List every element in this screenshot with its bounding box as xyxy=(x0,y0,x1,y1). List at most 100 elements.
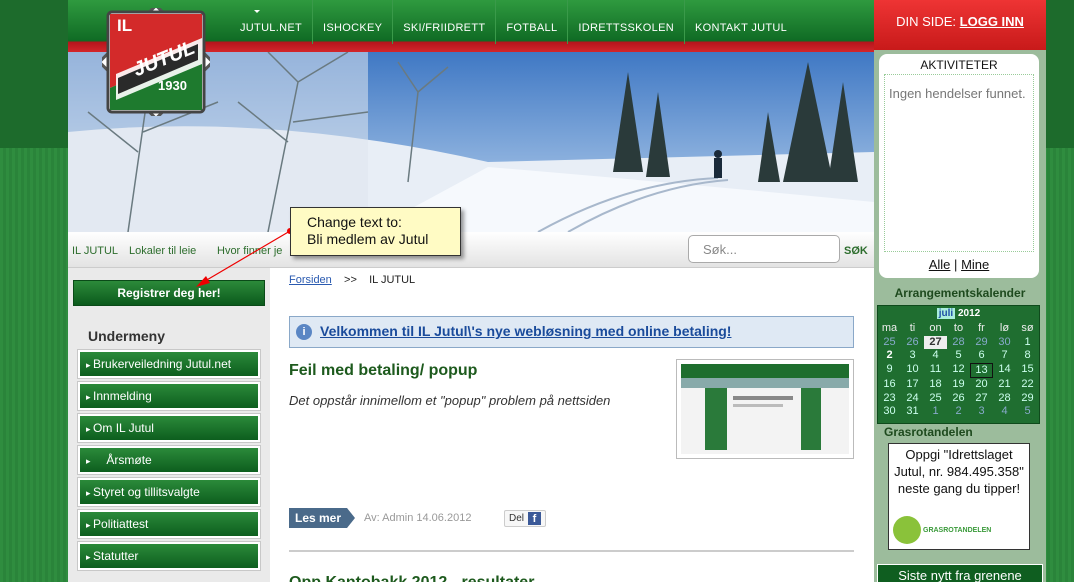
calendar-day[interactable]: 14 xyxy=(993,363,1016,379)
calendar-day[interactable]: 29 xyxy=(970,336,993,350)
menu-item-brukerveiledning[interactable]: Brukerveiledning Jutul.net xyxy=(77,349,261,379)
calendar-month[interactable]: juli xyxy=(936,308,956,319)
login-link[interactable]: LOGG INN xyxy=(960,14,1024,29)
calendar-year[interactable]: 2012 xyxy=(958,308,980,319)
calendar-day[interactable]: 19 xyxy=(947,378,970,392)
club-logo[interactable]: IL JUTUL 1930 xyxy=(97,3,215,121)
calendar-day[interactable]: 23 xyxy=(878,392,901,406)
grasrot-logo-text: GRASROTANDELEN xyxy=(923,527,992,534)
calendar-day[interactable]: 21 xyxy=(993,378,1016,392)
article-title[interactable]: Feil med betaling/ popup xyxy=(289,362,477,380)
calendar-day[interactable]: 15 xyxy=(1016,363,1039,379)
calendar-day[interactable]: 4 xyxy=(993,405,1016,419)
facebook-icon: f xyxy=(528,511,542,525)
calendar-day[interactable]: 9 xyxy=(878,363,901,379)
calendar-day[interactable]: 5 xyxy=(947,349,970,363)
leaf-icon xyxy=(893,516,921,544)
calendar-day[interactable]: 2 xyxy=(878,349,901,363)
calendar-day[interactable]: 3 xyxy=(901,349,924,363)
activities-mine-link[interactable]: Mine xyxy=(961,257,989,272)
calendar-day[interactable]: 28 xyxy=(947,336,970,350)
calendar-day[interactable]: 16 xyxy=(878,378,901,392)
article-thumbnail[interactable] xyxy=(676,359,854,459)
share-button[interactable]: Del f xyxy=(504,510,547,527)
menu-item-politiattest[interactable]: Politiattest xyxy=(77,509,261,539)
search-button[interactable]: SØK xyxy=(844,245,868,257)
nav-fotball[interactable]: FOTBALL xyxy=(495,0,567,44)
main-content: Forsiden >> IL JUTUL i Velkommen til IL … xyxy=(278,268,858,582)
activities-empty: Ingen hendelser funnet. xyxy=(884,74,1034,252)
login-bar: DIN SIDE: LOGG INN xyxy=(874,0,1046,50)
calendar-day[interactable]: 3 xyxy=(970,405,993,419)
logo-il: IL xyxy=(117,16,133,35)
calendar-weekday: ma xyxy=(881,322,898,334)
welcome-link[interactable]: i Velkommen til IL Jutul\'s nye webløsni… xyxy=(289,316,854,348)
register-button[interactable]: Registrer deg her! xyxy=(73,280,265,306)
calendar-weekday: lø xyxy=(999,322,1010,334)
calendar-weekday: ti xyxy=(909,322,916,334)
calendar-day[interactable]: 1 xyxy=(924,405,947,419)
calendar-day[interactable]: 20 xyxy=(970,378,993,392)
calendar-weekday: to xyxy=(953,322,964,334)
calendar-day[interactable]: 27 xyxy=(924,335,947,349)
sub-navigation: IL JUTUL Lokaler til leie Hvor finner je… xyxy=(68,232,874,268)
calendar-day[interactable]: 6 xyxy=(970,349,993,363)
calendar-day[interactable]: 11 xyxy=(924,363,947,379)
calendar-day[interactable]: 10 xyxy=(901,363,924,379)
calendar-day[interactable]: 25 xyxy=(878,336,901,350)
calendar-day[interactable]: 24 xyxy=(901,392,924,406)
nav-idrettsskolen[interactable]: IDRETTSSKOLEN xyxy=(567,0,684,44)
grasrot-box[interactable]: Oppgi "Idrettslaget Jutul, nr. 984.495.3… xyxy=(888,443,1030,550)
callout-line1: Change text to: xyxy=(307,214,402,230)
calendar-day[interactable]: 31 xyxy=(901,405,924,419)
nav-ski-friidrett[interactable]: SKI/FRIIDRETT xyxy=(392,0,495,44)
calendar-day[interactable]: 25 xyxy=(924,392,947,406)
calendar-day[interactable]: 18 xyxy=(924,378,947,392)
annotation-callout: Change text to: Bli medlem av Jutul xyxy=(290,207,461,256)
menu-item-om-il-jutul[interactable]: Om IL Jutul xyxy=(77,413,261,443)
menu-item-arsmote[interactable]: Årsmøte xyxy=(77,445,261,475)
breadcrumb-current: IL JUTUL xyxy=(369,274,416,286)
search-input[interactable]: Søk... xyxy=(688,235,840,263)
calendar-grid: ma ti on to fr lø sø 25 26 27 28 29 30 1 2 3 4 5 6 7 8 9 10 11 1… xyxy=(878,322,1039,419)
divider xyxy=(289,550,854,552)
next-article-title[interactable]: Opp Kantobakk 2012 - resultater xyxy=(289,574,534,582)
article-meta: Av: Admin 14.06.2012 xyxy=(364,512,472,524)
calendar-day[interactable]: 30 xyxy=(878,405,901,419)
menu-item-innmelding[interactable]: Innmelding xyxy=(77,381,261,411)
calendar-day[interactable]: 8 xyxy=(1016,349,1039,363)
calendar-day[interactable]: 30 xyxy=(993,336,1016,350)
calendar-day[interactable]: 17 xyxy=(901,378,924,392)
page: JUTUL.NET ISHOCKEY SKI/FRIIDRETT FOTBALL… xyxy=(68,0,1046,582)
calendar-day[interactable]: 26 xyxy=(947,392,970,406)
calendar-day[interactable]: 27 xyxy=(970,392,993,406)
menu-item-statutter[interactable]: Statutter xyxy=(77,541,261,571)
menu-item-styret[interactable]: Styret og tillitsvalgte xyxy=(77,477,261,507)
nav-kontakt-jutul[interactable]: KONTAKT JUTUL xyxy=(683,0,797,44)
calendar-day[interactable]: 4 xyxy=(924,349,947,363)
activities-all-link[interactable]: Alle xyxy=(929,257,951,272)
calendar-day[interactable]: 12 xyxy=(947,363,970,379)
calendar-day[interactable]: 7 xyxy=(993,349,1016,363)
latest-news-header[interactable]: Siste nytt fra grenene xyxy=(877,564,1043,582)
calendar-day[interactable]: 22 xyxy=(1016,378,1039,392)
subnav-il-jutul[interactable]: IL JUTUL xyxy=(72,245,118,257)
calendar-day[interactable]: 26 xyxy=(901,336,924,350)
breadcrumb-home[interactable]: Forsiden xyxy=(289,274,332,286)
read-more-button[interactable]: Les mer xyxy=(289,508,356,528)
nav-ishockey[interactable]: ISHOCKEY xyxy=(311,0,392,44)
subnav-lokaler[interactable]: Lokaler til leie xyxy=(129,245,196,257)
nav-jutul-net[interactable]: JUTUL.NET xyxy=(230,0,312,44)
activities-links: Alle | Mine xyxy=(879,257,1039,272)
calendar-title: Arrangementskalender xyxy=(894,286,1026,300)
calendar-day[interactable]: 28 xyxy=(993,392,1016,406)
calendar-day[interactable]: 1 xyxy=(1016,336,1039,350)
info-icon: i xyxy=(296,324,312,340)
calendar-day[interactable]: 29 xyxy=(1016,392,1039,406)
activities-separator: | xyxy=(954,257,958,272)
calendar-day[interactable]: 2 xyxy=(947,405,970,419)
subnav-hvor-finner[interactable]: Hvor finner je xyxy=(217,245,282,257)
calendar-day[interactable]: 5 xyxy=(1016,405,1039,419)
calendar-day[interactable]: 13 xyxy=(970,362,993,378)
breadcrumb: Forsiden >> IL JUTUL xyxy=(289,274,415,286)
